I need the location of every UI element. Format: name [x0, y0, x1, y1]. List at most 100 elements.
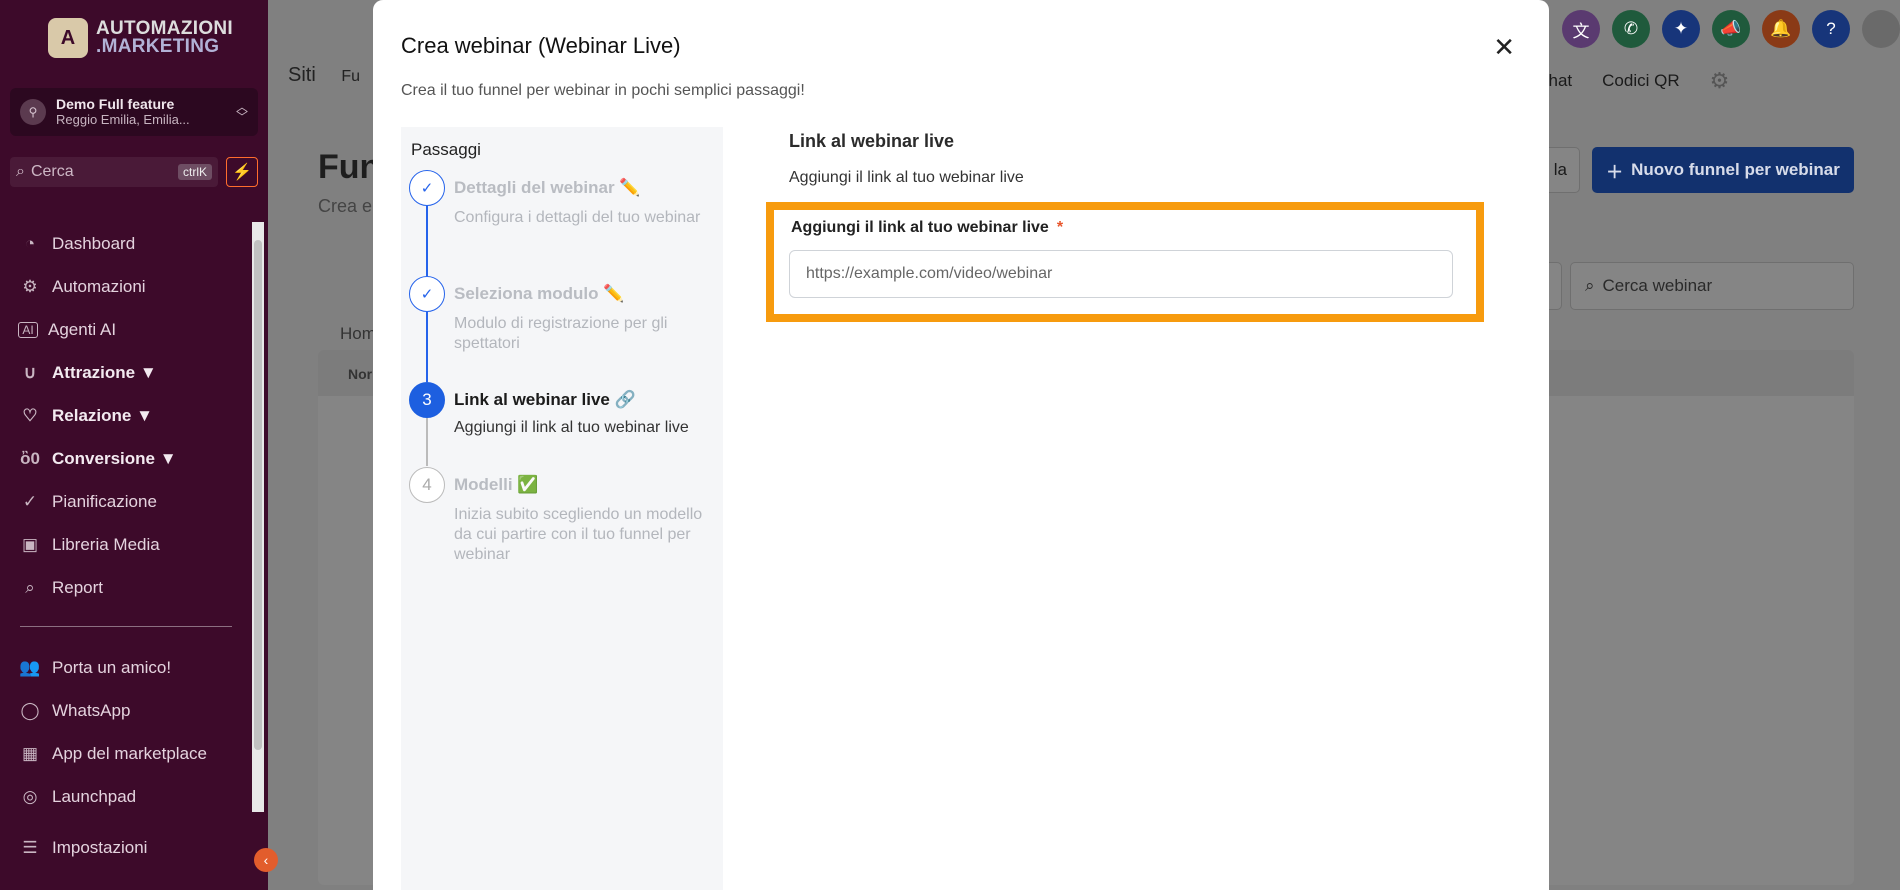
- sidebar-item-conversione[interactable]: ὂ0 Conversione ▼: [18, 437, 248, 480]
- rocket-icon: ◎: [22, 786, 38, 806]
- steps-heading: Passaggi: [411, 140, 481, 159]
- search-icon: ⌕: [1585, 276, 1595, 295]
- sidebar-item-whatsapp[interactable]: ◯ WhatsApp: [18, 689, 248, 732]
- modal-subtitle: Crea il tuo funnel per webinar in pochi …: [401, 82, 805, 99]
- dashboard-icon: ◔: [24, 233, 36, 253]
- sidebar-item-label: Porta un amico!: [52, 657, 172, 677]
- bell-icon[interactable]: 🔔: [1762, 10, 1800, 48]
- new-webinar-funnel-button[interactable]: ＋ Nuovo funnel per webinar: [1592, 147, 1854, 193]
- sidebar-item-label: Attrazione ▼: [52, 362, 157, 382]
- steps-panel: Passaggi ✓ Dettagli del webinar ✏️ Confi…: [401, 127, 723, 890]
- money-bag-icon: ὂ0: [20, 448, 40, 468]
- avatar[interactable]: [1862, 10, 1900, 48]
- sidebar-item-marketplace[interactable]: ▦ App del marketplace: [18, 732, 248, 775]
- chevron-updown-icon: ︿ ﹀: [235, 100, 248, 124]
- step-connector: [426, 206, 428, 276]
- settings-gear-icon[interactable]: ⚙: [1710, 68, 1730, 94]
- report-icon: ⌕: [25, 577, 35, 597]
- sparkle-icon[interactable]: ✦: [1662, 10, 1700, 48]
- section-description: Aggiungi il link al tuo webinar live: [789, 169, 1024, 186]
- megaphone-icon[interactable]: 📣: [1712, 10, 1750, 48]
- account-info: Demo Full feature Reggio Emilia, Emilia.…: [56, 96, 190, 128]
- sidebar-item-attrazione[interactable]: ∪ Attrazione ▼: [18, 351, 248, 394]
- bg-breadcrumb: Hom: [340, 324, 376, 343]
- sidebar-item-label: WhatsApp: [52, 700, 131, 720]
- sidebar-scrollbar-thumb[interactable]: [254, 240, 262, 750]
- bg-right-tabs: chat Codici QR ⚙: [1540, 68, 1729, 94]
- pencil-icon: ✏️: [603, 284, 625, 303]
- sidebar: A AUTOMAZIONI .MARKETING ⚲ Demo Full fea…: [0, 0, 278, 890]
- collapse-sidebar-button[interactable]: ‹: [254, 848, 278, 872]
- sidebar-item-launchpad[interactable]: ◎ Launchpad: [18, 775, 248, 818]
- close-icon[interactable]: ✕: [1493, 34, 1515, 60]
- new-webinar-funnel-label: Nuovo funnel per webinar: [1631, 160, 1840, 179]
- check-box-icon: ✅: [517, 475, 539, 494]
- sidebar-nav-secondary: 👥 Porta un amico! ◯ WhatsApp ▦ App del mark…: [18, 646, 248, 818]
- step-connector: [426, 312, 428, 382]
- sidebar-item-dashboard[interactable]: ◔ Dashboard: [18, 222, 248, 265]
- sidebar-item-label: Relazione ▼: [52, 405, 153, 425]
- webinar-search-input[interactable]: ⌕ Cerca webinar: [1570, 262, 1854, 310]
- search-icon: ⌕: [16, 163, 25, 180]
- sidebar-item-pianificazione[interactable]: ✓ Pianificazione: [18, 480, 248, 523]
- tab-qr-codes[interactable]: Codici QR: [1602, 71, 1679, 91]
- step-title-text: Modelli: [454, 475, 513, 494]
- sidebar-item-relazione[interactable]: ♡ Relazione ▼: [18, 394, 248, 437]
- account-switcher[interactable]: ⚲ Demo Full feature Reggio Emilia, Emili…: [10, 88, 258, 136]
- sidebar-item-label: Pianificazione: [52, 491, 157, 511]
- pencil-icon: ✏️: [619, 178, 641, 197]
- webinar-link-label: Aggiungi il link al tuo webinar live *: [791, 219, 1063, 237]
- check-circle-icon: ✓: [22, 491, 38, 511]
- sidebar-item-automazioni[interactable]: ⚙ Automazioni: [18, 265, 248, 308]
- chevron-left-icon: ‹: [263, 852, 269, 868]
- help-icon[interactable]: ?: [1812, 10, 1850, 48]
- modal-title: Crea webinar (Webinar Live): [401, 33, 681, 58]
- step-title: Seleziona modulo ✏️: [454, 284, 625, 304]
- phone-icon[interactable]: ✆: [1612, 10, 1650, 48]
- grid-icon: ▦: [21, 743, 39, 763]
- sidebar-item-label: Report: [52, 577, 104, 597]
- sidebar-nav: ◔ Dashboard ⚙ Automazioni AI Agenti AI ∪ Att…: [18, 222, 248, 609]
- sidebar-item-agenti-ai[interactable]: AI Agenti AI: [18, 308, 248, 351]
- logo-text: AUTOMAZIONI .MARKETING: [96, 19, 233, 56]
- magnet-icon: ∪: [23, 362, 37, 382]
- sidebar-search-input[interactable]: ⌕ Cerca ctrlK: [10, 157, 218, 187]
- bg-tabs: Siti Fu: [288, 64, 360, 87]
- logo[interactable]: A AUTOMAZIONI .MARKETING: [48, 18, 233, 58]
- sidebar-item-libreria-media[interactable]: ▣ Libreria Media: [18, 523, 248, 566]
- step-title: Modelli ✅: [454, 475, 539, 495]
- sidebar-item-label: Launchpad: [52, 786, 137, 806]
- step-description: Aggiungi il link al tuo webinar live: [454, 419, 689, 436]
- search-shortcut-badge: ctrlK: [178, 164, 212, 180]
- tab-sites[interactable]: Siti: [288, 64, 316, 86]
- bg-page-subtitle: Crea e: [318, 196, 373, 216]
- step-description: Modulo di registrazione per gli spettato…: [454, 315, 668, 352]
- tab-funnels[interactable]: Fu: [341, 68, 360, 85]
- sidebar-item-impostazioni[interactable]: ☰ Impostazioni: [18, 838, 147, 858]
- sidebar-item-label: App del marketplace: [52, 743, 207, 763]
- step-description: Inizia subito scegliendo un modello da c…: [454, 506, 703, 563]
- sidebar-item-label: Libreria Media: [52, 534, 160, 554]
- step-connector: [426, 418, 428, 466]
- sidebar-item-label: Conversione ▼: [52, 448, 177, 468]
- sidebar-search-placeholder: Cerca: [30, 163, 74, 180]
- create-webinar-modal: Crea webinar (Webinar Live) Crea il tuo …: [373, 0, 1549, 890]
- bg-table-col-name: Nor: [348, 366, 373, 382]
- step-title: Link al webinar live 🔗: [454, 390, 636, 410]
- sidebar-item-refer-friend[interactable]: 👥 Porta un amico!: [18, 646, 248, 689]
- translate-icon[interactable]: 文: [1562, 10, 1600, 48]
- webinar-link-input[interactable]: [789, 250, 1453, 298]
- location-icon: ⚲: [20, 99, 46, 125]
- account-location: Reggio Emilia, Emilia...: [56, 112, 190, 127]
- plus-icon: ＋: [1606, 162, 1624, 182]
- top-icon-bar: 文 ✆ ✦ 📣 🔔 ?: [1562, 10, 1900, 48]
- sliders-icon: ☰: [22, 838, 38, 857]
- sidebar-item-report[interactable]: ⌕ Report: [18, 566, 248, 609]
- whatsapp-icon: ◯: [20, 700, 40, 720]
- quick-actions-icon[interactable]: ⚡: [226, 157, 258, 187]
- required-asterisk: *: [1056, 219, 1064, 236]
- webinar-link-label-text: Aggiungi il link al tuo webinar live: [791, 219, 1049, 236]
- step-title-text: Dettagli del webinar: [454, 178, 615, 197]
- step-title-text: Seleziona modulo: [454, 284, 599, 303]
- section-title: Link al webinar live: [789, 131, 955, 151]
